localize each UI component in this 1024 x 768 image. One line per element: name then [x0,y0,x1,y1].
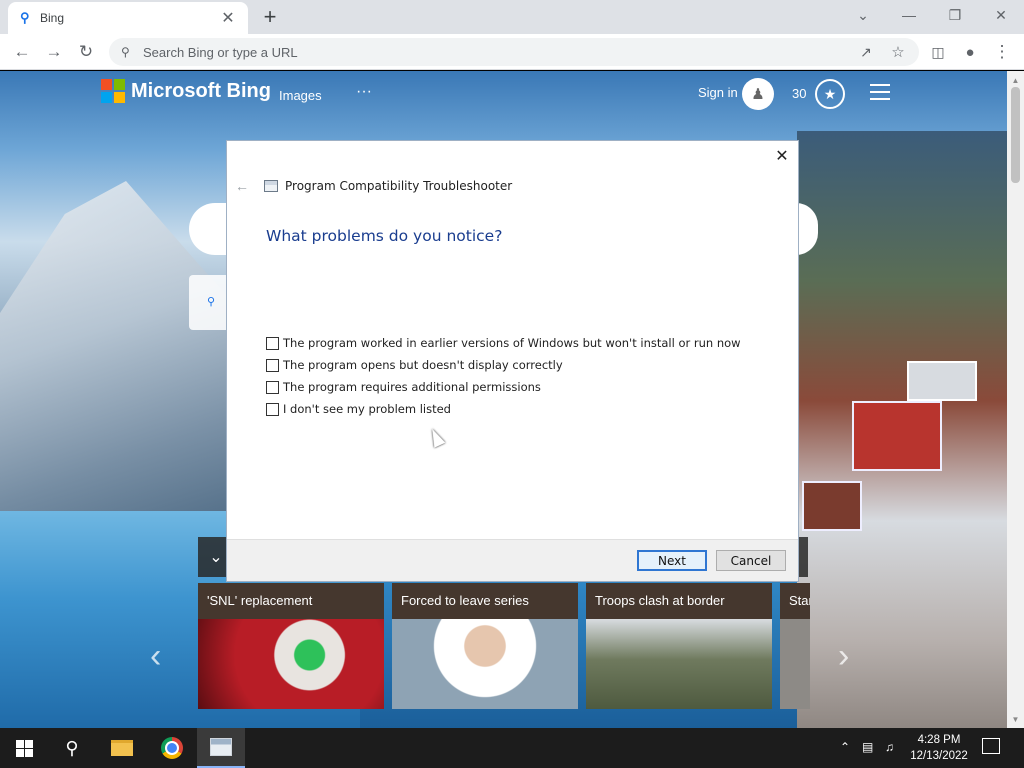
news-card-title: Forced to leave series [392,583,578,619]
notification-center-icon[interactable] [982,738,1000,754]
news-card-image [586,619,772,709]
bing-logo-text: Microsoft Bing [131,79,271,102]
checkbox[interactable] [266,402,279,416]
troubleshooter-app-icon [264,180,278,192]
address-bar[interactable]: ⚲ Search Bing or type a URL [109,38,919,66]
user-avatar-icon[interactable]: ♟ [742,78,774,110]
taskbar-search-icon[interactable]: ⚲ [48,728,96,768]
tab-bing[interactable]: ⚲ Bing ✕ [8,2,248,34]
next-button[interactable]: Next [637,550,707,571]
tab-strip: ⚲ Bing ✕ + ⌄ — ❐ ✕ [0,0,1024,34]
file-explorer-icon[interactable] [98,728,146,768]
chrome-icon[interactable] [148,728,196,768]
profile-icon[interactable]: ● [958,40,982,64]
dialog-question-heading: What problems do you notice? [266,227,503,245]
background-village [797,131,1007,728]
dialog-footer: Next Cancel [227,539,798,581]
checkbox[interactable] [266,358,279,372]
problem-option-not-listed[interactable]: I don't see my problem listed [266,402,451,416]
menu-kebab-icon[interactable]: ⋮ [990,40,1014,64]
volume-icon[interactable]: ♫ [885,740,894,754]
windows-logo-icon [15,739,33,757]
option-label: The program requires additional permissi… [283,380,541,394]
scroll-thumb[interactable] [1011,87,1020,183]
news-card-title: 'SNL' replacement [198,583,384,619]
show-hidden-icons-chevron-icon[interactable]: ⌃ [840,740,850,754]
problem-option-earlier-versions[interactable]: The program worked in earlier versions o… [266,336,741,350]
option-label: The program worked in earlier versions o… [283,336,741,350]
network-icon[interactable]: ▤ [862,740,873,754]
minimize-button[interactable]: — [896,4,922,26]
troubleshooter-dialog: ✕ ← Program Compatibility Troubleshooter… [227,141,798,581]
news-card-image [198,619,384,709]
problem-option-permissions[interactable]: The program requires additional permissi… [266,380,541,394]
microsoft-logo-icon [101,79,125,103]
news-card[interactable]: Forced to leave series [392,583,578,709]
forward-button[interactable]: → [42,40,66,64]
search-tile-icon[interactable]: ⚲ [189,275,229,330]
browser-toolbar: ← → ↻ ⚲ Search Bing or type a URL ↗ ☆ ◫ … [0,34,1024,70]
page-scrollbar[interactable]: ▲ ▼ [1007,71,1024,728]
share-icon[interactable]: ↗ [854,40,878,64]
taskbar-clock[interactable]: 4:28 PM 12/13/2022 [907,732,971,764]
side-panel-icon[interactable]: ◫ [926,40,950,64]
scroll-up-arrow-icon[interactable]: ▲ [1007,73,1024,87]
news-card-image [780,619,810,709]
new-tab-button[interactable]: + [258,4,282,29]
option-label: The program opens but doesn't display co… [283,358,563,372]
scroll-down-arrow-icon[interactable]: ▼ [1007,712,1024,726]
close-tab-icon[interactable]: ✕ [218,8,238,28]
news-card-image [392,619,578,709]
search-icon: ⚲ [121,45,130,59]
clock-date: 12/13/2022 [910,750,968,762]
search-icon: ⚲ [20,10,30,25]
news-card[interactable]: Troops clash at border [586,583,772,709]
tab-title: Bing [40,11,65,25]
news-card[interactable]: Star [780,583,810,709]
carousel-next-icon[interactable]: › [838,637,849,676]
clock-time: 4:28 PM [917,734,961,746]
hamburger-menu-icon[interactable] [870,84,890,100]
nav-images[interactable]: Images [279,88,322,103]
back-button[interactable]: ← [10,40,34,64]
checkbox[interactable] [266,380,279,394]
checkbox[interactable] [266,336,279,350]
dialog-close-button[interactable]: ✕ [773,147,791,165]
tab-search-chevron-icon[interactable]: ⌄ [850,4,876,26]
back-arrow-icon[interactable]: ← [235,178,249,194]
news-card[interactable]: 'SNL' replacement [198,583,384,709]
search-box[interactable] [189,203,229,255]
restore-button[interactable]: ❐ [942,4,968,26]
rewards-points[interactable]: 30 [792,86,806,101]
close-window-button[interactable]: ✕ [988,4,1014,26]
cancel-button[interactable]: Cancel [716,550,786,571]
reload-button[interactable]: ↻ [74,40,98,64]
bookmark-star-icon[interactable]: ☆ [886,40,910,64]
nav-more[interactable]: ··· [356,83,372,101]
sign-in-link[interactable]: Sign in [698,85,738,100]
windows-taskbar: ⚲ ⌃ ▤ ♫ 4:28 PM 12/13/2022 [0,728,1024,768]
address-bar-placeholder: Search Bing or type a URL [143,44,298,60]
news-card-title: Star [780,583,810,619]
carousel-prev-icon[interactable]: ‹ [150,637,161,676]
bing-logo[interactable]: Microsoft Bing [101,79,271,103]
rewards-trophy-icon[interactable]: ★ [815,79,845,109]
news-card-title: Troops clash at border [586,583,772,619]
problem-option-display[interactable]: The program opens but doesn't display co… [266,358,563,372]
dialog-app-title: Program Compatibility Troubleshooter [285,179,513,193]
start-button[interactable] [0,728,48,768]
option-label: I don't see my problem listed [283,402,451,416]
troubleshooter-taskbar-icon[interactable] [197,728,245,768]
